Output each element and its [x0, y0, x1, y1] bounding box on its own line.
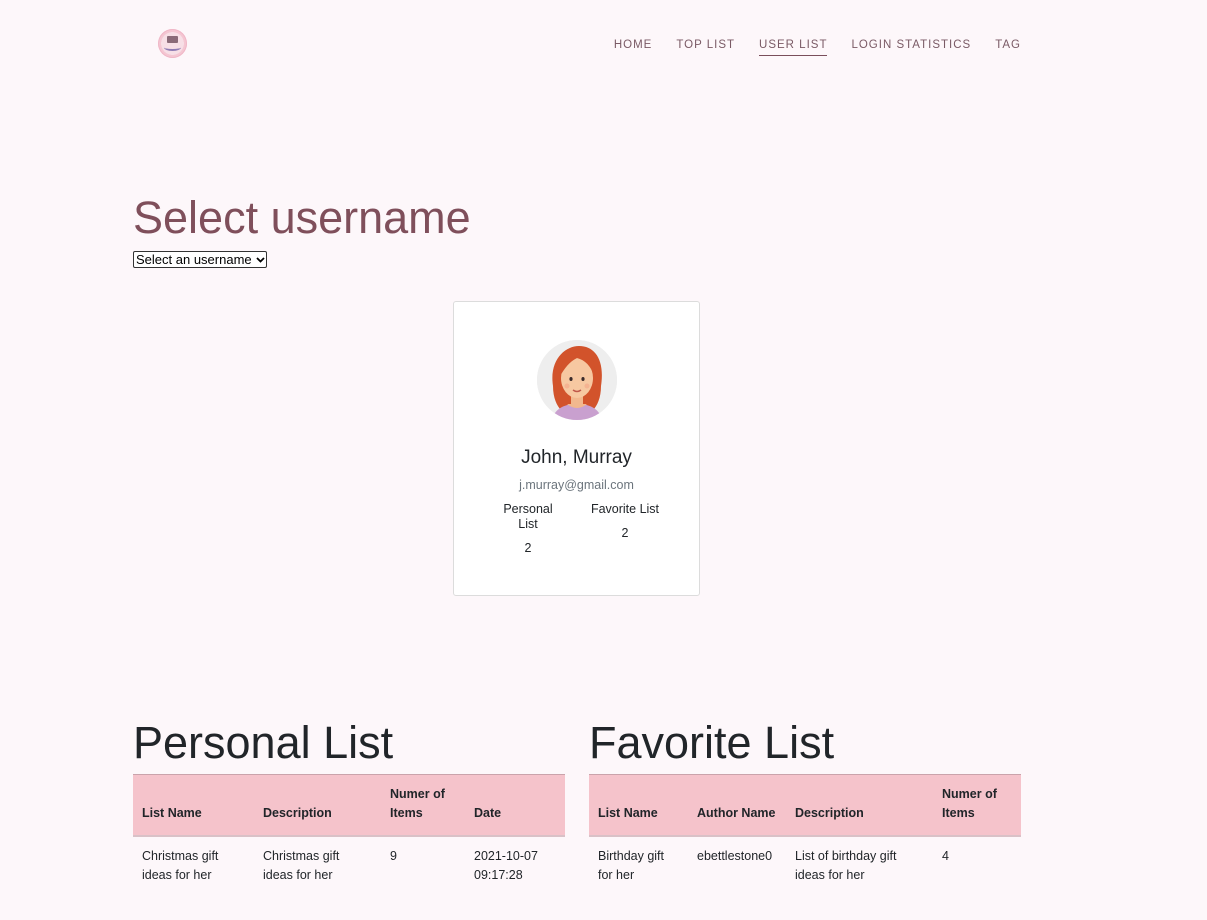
column-header: Description [786, 774, 933, 837]
nav-login-statistics[interactable]: LOGIN STATISTICS [851, 38, 971, 56]
personal-list-title: Personal List [133, 717, 394, 768]
profile-card: John, Murray j.murray@gmail.com Personal… [453, 301, 700, 596]
table-cell: Birthday gift for her [598, 849, 665, 882]
column-header: Description [254, 774, 381, 837]
username-select-value: Select an username [136, 252, 252, 267]
stat-personal-list: Personal List 2 [498, 502, 558, 556]
table-cell: Christmas gift ideas for her [142, 849, 219, 882]
table-cell: Christmas gift ideas for her [263, 849, 340, 882]
favorite-list-table: List Name Author Name Description Numer … [589, 774, 1021, 895]
stat-favorite-label: Favorite List [590, 502, 660, 516]
profile-name: John, Murray [521, 447, 632, 468]
stat-personal-value: 2 [524, 541, 532, 555]
personal-list-section: Personal List List Name Description Nume… [133, 715, 565, 895]
nav-top-list[interactable]: TOP LIST [676, 38, 735, 56]
table-cell: List of birthday gift ideas for her [795, 849, 897, 882]
table-row[interactable]: Birthday gift for her ebettlestone0 List… [589, 836, 1021, 895]
favorite-list-title: Favorite List [589, 717, 835, 768]
column-header: Numer of Items [381, 774, 465, 837]
table-header-row: List Name Description Numer of Items Dat… [133, 774, 565, 837]
avatar-woman-icon [537, 340, 617, 420]
table-row[interactable]: Christmas gift ideas for her Christmas g… [133, 836, 565, 895]
column-header: Date [465, 774, 565, 837]
logo-book-icon [167, 36, 178, 43]
stat-favorite-list: Favorite List 2 [585, 502, 665, 541]
favorite-list-section: Favorite List List Name Author Name Desc… [589, 715, 1021, 895]
nav-tag[interactable]: TAG [995, 38, 1021, 56]
personal-list-table: List Name Description Numer of Items Dat… [133, 774, 565, 895]
table-cell: 2021-10-07 09:17:28 [474, 849, 538, 882]
column-header: List Name [133, 774, 254, 837]
column-header: Numer of Items [933, 774, 1021, 837]
stat-personal-label: Personal List [503, 502, 553, 531]
table-cell: 4 [942, 849, 949, 863]
chevron-down-icon [254, 252, 266, 267]
profile-email: j.murray@gmail.com [519, 478, 634, 492]
table-cell: ebettlestone0 [697, 849, 773, 863]
nav-home[interactable]: HOME [614, 38, 653, 56]
username-select[interactable]: Select an username [133, 251, 267, 268]
logo[interactable] [158, 29, 187, 58]
table-header-row: List Name Author Name Description Numer … [589, 774, 1021, 837]
page-title: Select username [133, 192, 471, 243]
table-cell: 9 [390, 849, 397, 863]
column-header: Author Name [688, 774, 786, 837]
main-nav: HOME TOP LIST USER LIST LOGIN STATISTICS… [614, 38, 1021, 56]
column-header: List Name [589, 774, 688, 837]
avatar [537, 340, 617, 420]
logo-script-mark [164, 44, 181, 51]
nav-user-list[interactable]: USER LIST [759, 38, 828, 56]
stat-favorite-value: 2 [621, 526, 629, 540]
